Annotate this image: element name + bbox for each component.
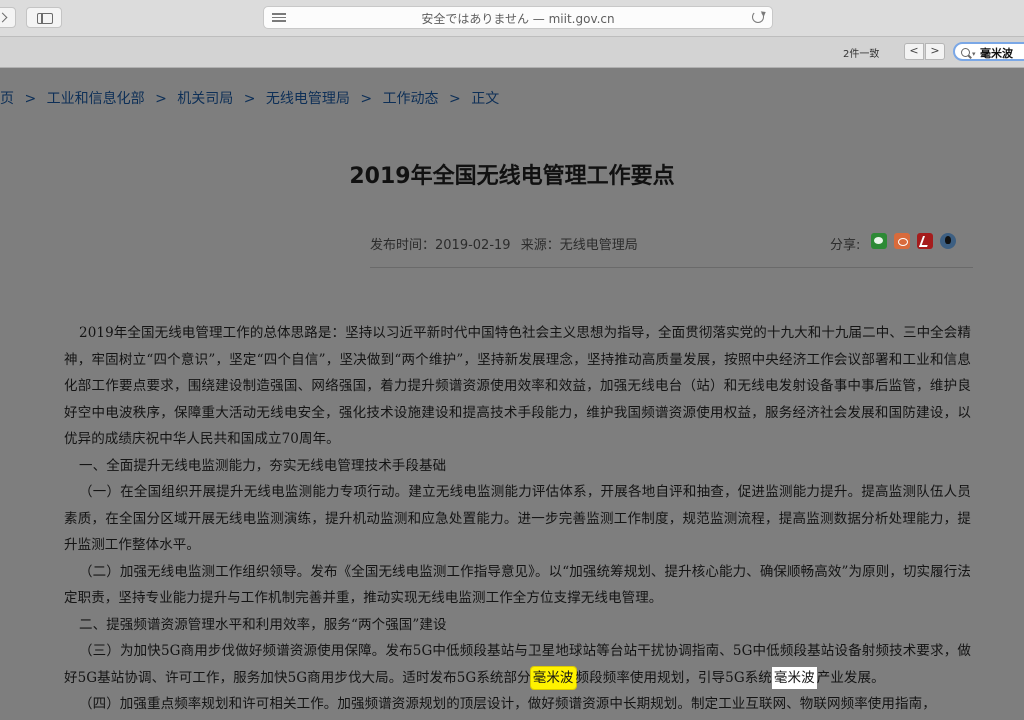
paragraph: 2019年全国无线电管理工作的总体思路是：坚持以习近平新时代中国特色社会主义思想…: [64, 325, 971, 447]
breadcrumb-separator: >: [449, 91, 461, 107]
address-bar[interactable]: 安全ではありません — miit.gov.cn: [263, 6, 773, 29]
url-text: 安全ではありません — miit.gov.cn: [421, 12, 615, 26]
find-previous-button[interactable]: <: [904, 43, 924, 60]
breadcrumb-news[interactable]: 工作动态: [383, 91, 439, 107]
breadcrumb-separator: >: [155, 91, 167, 107]
text-segment: 频段频率使用规划，引导5G系统: [575, 669, 772, 686]
article-body: 2019年全国无线电管理工作的总体思路是：坚持以习近平新时代中国特色社会主义思想…: [64, 320, 971, 718]
reload-icon[interactable]: [752, 11, 764, 23]
search-highlight: 毫米波: [771, 666, 817, 689]
paragraph: （四）加强重点频率规划和许可相关工作。加强频谱资源规划的顶层设计，做好频谱资源中…: [79, 696, 936, 712]
section-heading: 二、提强频谱资源管理水平和利用效率，服务“两个强国”建设: [79, 616, 447, 633]
wechat-icon[interactable]: [871, 233, 887, 249]
pdf-icon[interactable]: [917, 233, 933, 249]
section-heading: 一、全面提升无线电监测能力，夯实无线电管理技术手段基础: [79, 457, 447, 474]
page-title: 2019年全国无线电管理工作要点: [349, 164, 675, 189]
find-query: 毫米波: [980, 47, 1013, 60]
sidebar-icon: [37, 13, 53, 24]
breadcrumb: 页 > 工业和信息化部 > 机关司局 > 无线电管理局 > 工作动态 > 正文: [0, 88, 499, 108]
article-meta: 发布时间：2019-02-19 来源：无线电管理局: [370, 234, 644, 253]
article-source: 来源：无线电管理局: [520, 238, 638, 253]
text-segment: 产业发展。: [816, 669, 885, 686]
qq-icon[interactable]: [940, 233, 956, 249]
find-next-button[interactable]: >: [925, 43, 945, 60]
share-label: 分享:: [830, 238, 861, 253]
search-highlight-current: 毫米波: [530, 666, 576, 689]
chevron-down-icon[interactable]: ▾: [972, 50, 976, 58]
share-icons: [871, 233, 963, 249]
find-input[interactable]: ▾ 毫米波: [953, 42, 1024, 61]
search-icon: [961, 48, 970, 57]
page-content: 页 > 工业和信息化部 > 机关司局 > 无线电管理局 > 工作动态 > 正文 …: [0, 68, 1024, 720]
breadcrumb-separator: >: [24, 91, 37, 107]
breadcrumb-separator: >: [243, 91, 256, 107]
paragraph: （三）为加快5G商用步伐做好频谱资源使用保障。发布5G中低频段基站与卫星地球站等…: [64, 638, 971, 691]
breadcrumb-home[interactable]: 页: [0, 91, 14, 107]
back-button[interactable]: [0, 7, 16, 28]
weibo-icon[interactable]: [894, 233, 910, 249]
sidebar-toggle-button[interactable]: [26, 7, 62, 28]
breadcrumb-radio-bureau[interactable]: 无线电管理局: [266, 91, 350, 107]
breadcrumb-departments[interactable]: 机关司局: [177, 91, 233, 107]
divider: [370, 267, 973, 268]
find-match-count: 2件一致: [843, 49, 880, 60]
find-bar: 2件一致 < > ▾ 毫米波: [0, 37, 1024, 68]
paragraph: （一）在全国组织开展提升无线电监测能力专项行动。建立无线电监测能力评估体系，开展…: [64, 484, 971, 553]
breadcrumb-miit[interactable]: 工业和信息化部: [47, 91, 145, 107]
publish-time: 发布时间：2019-02-19: [370, 238, 511, 253]
browser-toolbar: 安全ではありません — miit.gov.cn: [0, 0, 1024, 37]
breadcrumb-current: 正文: [471, 91, 500, 107]
paragraph: （二）加强无线电监测工作组织领导。发布《全国无线电监测工作指导意见》。以“加强统…: [64, 563, 971, 607]
breadcrumb-separator: >: [360, 91, 373, 107]
